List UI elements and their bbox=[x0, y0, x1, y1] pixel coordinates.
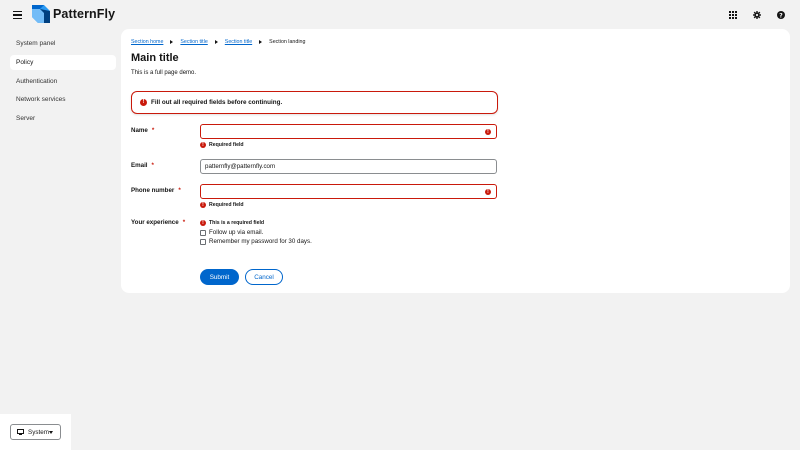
phone-label-text: Phone number bbox=[131, 187, 175, 194]
checkbox-label: Remember my password for 30 days. bbox=[209, 238, 312, 245]
exclamation-circle-icon bbox=[200, 201, 206, 209]
phone-input[interactable] bbox=[200, 184, 497, 199]
phone-helper-text: Required field bbox=[209, 202, 244, 208]
email-input[interactable] bbox=[200, 159, 497, 174]
chevron-right-icon bbox=[170, 40, 174, 44]
exclamation-circle-icon bbox=[140, 98, 147, 107]
checkbox-remember-password[interactable]: Remember my password for 30 days. bbox=[200, 238, 312, 245]
name-helper-text: Required field bbox=[209, 142, 244, 148]
main-card: Section home Section title Section title… bbox=[121, 29, 790, 293]
breadcrumb-link-section-title[interactable]: Section title bbox=[180, 39, 207, 45]
sidebar-item-server[interactable]: Server bbox=[10, 111, 116, 126]
sidebar-item-label: Server bbox=[16, 115, 36, 122]
exclamation-circle-icon bbox=[200, 141, 206, 149]
input-error-icon bbox=[485, 188, 491, 196]
experience-helper: This is a required field bbox=[200, 219, 265, 227]
phone-label: Phone number * bbox=[131, 187, 181, 194]
required-star: * bbox=[151, 127, 155, 134]
input-error-icon bbox=[485, 128, 491, 136]
sidebar-item-authentication[interactable]: Authentication bbox=[10, 74, 116, 89]
header-tools: ? bbox=[726, 8, 788, 22]
apps-grid-icon[interactable] bbox=[726, 8, 740, 22]
sidebar-item-policy[interactable]: Policy bbox=[10, 55, 116, 70]
checkbox-label: Follow up via email. bbox=[209, 229, 264, 236]
gear-icon[interactable] bbox=[750, 8, 764, 22]
name-label-text: Name bbox=[131, 127, 148, 134]
chevron-right-icon bbox=[214, 40, 218, 44]
danger-alert: Fill out all required fields before cont… bbox=[131, 91, 498, 114]
breadcrumb: Section home Section title Section title… bbox=[131, 39, 305, 45]
page-description: This is a full page demo. bbox=[131, 70, 197, 76]
name-label: Name * bbox=[131, 127, 154, 134]
patternfly-logo-icon bbox=[32, 5, 50, 23]
sidebar-item-label: Policy bbox=[16, 59, 34, 66]
experience-label-text: Your experience bbox=[131, 219, 179, 226]
breadcrumb-link-section-title-2[interactable]: Section title bbox=[225, 39, 252, 45]
phone-helper: Required field bbox=[200, 201, 244, 209]
monitor-icon bbox=[17, 429, 24, 435]
brand-name: PatternFly bbox=[53, 7, 116, 21]
experience-label: Your experience * bbox=[131, 219, 185, 226]
page-title: Main title bbox=[131, 52, 179, 64]
sidebar-item-system-panel[interactable]: System panel bbox=[10, 36, 116, 51]
submit-button[interactable]: Submit bbox=[200, 269, 239, 285]
svg-text:?: ? bbox=[779, 12, 783, 19]
experience-helper-text: This is a required field bbox=[209, 220, 265, 226]
chevron-down-icon bbox=[49, 431, 53, 434]
sidebar-footer: System bbox=[0, 414, 71, 450]
sidebar-item-label: Network services bbox=[16, 96, 66, 103]
checkbox[interactable] bbox=[200, 229, 206, 236]
brand[interactable]: PatternFly bbox=[32, 5, 115, 23]
alert-text: Fill out all required fields before cont… bbox=[151, 99, 283, 106]
name-helper: Required field bbox=[200, 141, 244, 149]
checkbox[interactable] bbox=[200, 238, 206, 245]
name-input[interactable] bbox=[200, 124, 497, 139]
hamburger-menu-icon[interactable] bbox=[13, 9, 23, 21]
sidebar-item-label: Authentication bbox=[16, 78, 58, 85]
breadcrumb-current: Section landing bbox=[269, 39, 306, 45]
email-label-text: Email bbox=[131, 162, 148, 169]
exclamation-circle-icon bbox=[200, 219, 206, 227]
help-icon[interactable]: ? bbox=[774, 8, 788, 22]
theme-select-label: System bbox=[28, 428, 49, 436]
masthead: PatternFly ? bbox=[0, 0, 800, 30]
theme-select[interactable]: System bbox=[10, 424, 61, 440]
required-star: * bbox=[151, 162, 154, 169]
email-label: Email * bbox=[131, 162, 154, 169]
cancel-button[interactable]: Cancel bbox=[245, 269, 283, 285]
sidebar-item-network-services[interactable]: Network services bbox=[10, 92, 116, 107]
chevron-right-icon bbox=[259, 40, 263, 44]
sidebar-item-label: System panel bbox=[16, 40, 56, 47]
required-star: * bbox=[182, 219, 186, 226]
checkbox-follow-up[interactable]: Follow up via email. bbox=[200, 229, 263, 236]
required-star: * bbox=[178, 187, 181, 194]
sidebar: System panel Policy Authentication Netwo… bbox=[0, 30, 122, 450]
breadcrumb-link-section-home[interactable]: Section home bbox=[131, 39, 163, 45]
